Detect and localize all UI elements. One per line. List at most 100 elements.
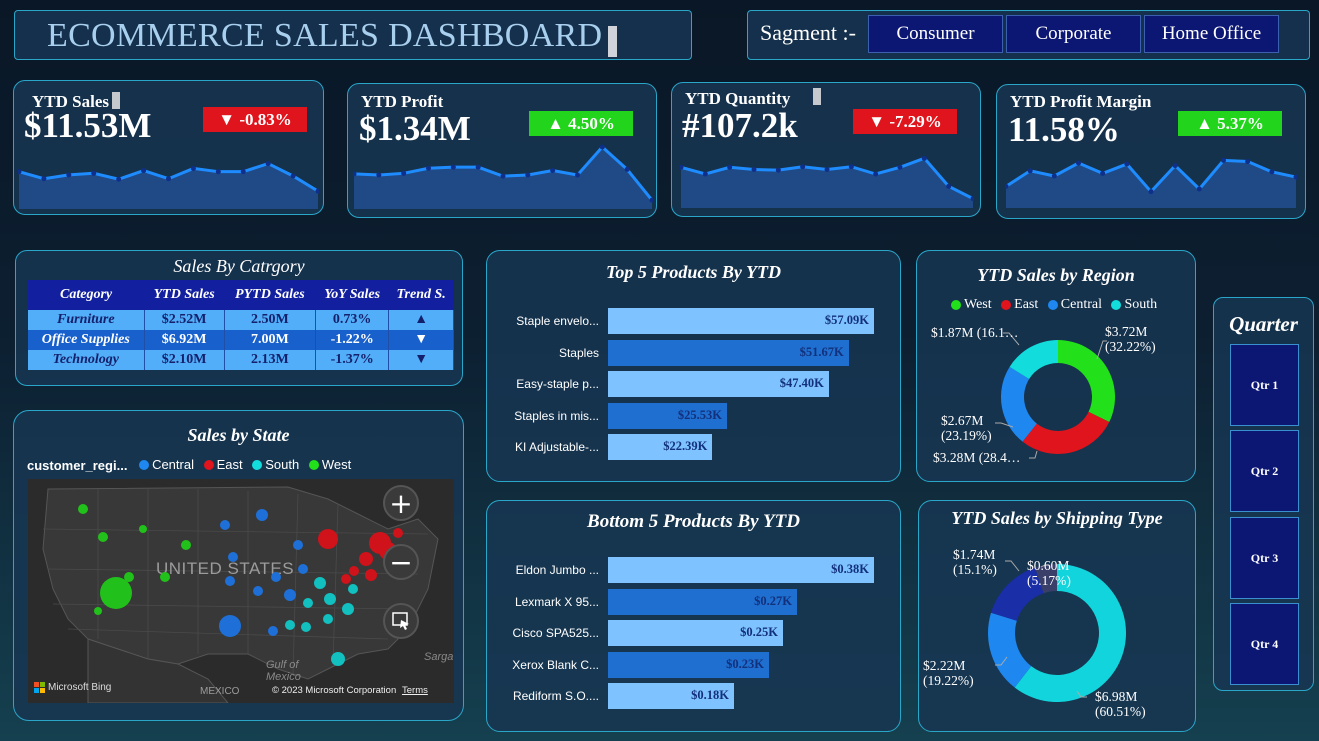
select-area-button[interactable] bbox=[383, 603, 419, 639]
zoom-in-button[interactable]: + bbox=[383, 485, 419, 521]
bar[interactable]: $47.40K bbox=[608, 371, 829, 397]
state-bubble[interactable] bbox=[349, 566, 359, 576]
bar-row[interactable]: Staples in mis... $25.53K bbox=[487, 402, 902, 429]
sparkline-point bbox=[376, 172, 382, 178]
segment-corporate-button[interactable]: Corporate bbox=[1006, 15, 1141, 53]
sparkline-chart bbox=[1005, 157, 1297, 208]
state-bubble[interactable] bbox=[94, 607, 102, 615]
state-bubble[interactable] bbox=[228, 552, 238, 562]
column-header-ytd-sales[interactable]: YTD Sales bbox=[144, 280, 225, 310]
bar-value-label: $51.67K bbox=[799, 344, 844, 359]
table-row[interactable]: Technology $2.10M 2.13M -1.37% ▼ bbox=[28, 350, 454, 370]
state-bubble[interactable] bbox=[220, 520, 230, 530]
pytd-sales-cell: 7.00M bbox=[224, 330, 317, 350]
zoom-out-button[interactable]: − bbox=[383, 544, 419, 580]
state-bubble[interactable] bbox=[284, 589, 296, 601]
sparkline-point bbox=[751, 167, 757, 173]
state-bubble[interactable] bbox=[359, 552, 373, 566]
panel-title: Sales By Catrgory bbox=[173, 256, 305, 276]
bar-row[interactable]: Eldon Jumbo ... $0.38K bbox=[487, 557, 902, 583]
state-bubble[interactable] bbox=[293, 540, 303, 550]
bar[interactable]: $25.53K bbox=[608, 402, 727, 429]
bar-row[interactable]: Cisco SPA525... $0.25K bbox=[487, 620, 902, 646]
column-header-trend[interactable]: Trend S. bbox=[388, 280, 454, 310]
bar-row[interactable]: Staples $51.67K bbox=[487, 339, 902, 366]
state-bubble[interactable] bbox=[100, 577, 132, 609]
state-bubble[interactable] bbox=[268, 626, 278, 636]
leader-line bbox=[1029, 450, 1038, 459]
bar-row[interactable]: Easy-staple p... $47.40K bbox=[487, 371, 902, 397]
bar-row[interactable]: Rediform S.O.... $0.18K bbox=[487, 683, 902, 709]
segment-consumer-button[interactable]: Consumer bbox=[868, 15, 1003, 53]
column-header-pytd-sales[interactable]: PYTD Sales bbox=[224, 280, 316, 310]
state-bubble[interactable] bbox=[253, 586, 263, 596]
state-bubble[interactable] bbox=[318, 529, 338, 549]
category-table: Category YTD Sales PYTD Sales YoY Sales … bbox=[28, 280, 454, 370]
region-label-east: $3.28M (28.4… bbox=[933, 450, 1021, 465]
state-bubble[interactable] bbox=[98, 532, 108, 542]
state-bubble[interactable] bbox=[323, 614, 333, 624]
state-bubble[interactable] bbox=[285, 620, 295, 630]
quarter-4-button[interactable]: Qtr 4 bbox=[1230, 603, 1299, 685]
sparkline-point bbox=[702, 171, 708, 177]
legend-label: East bbox=[216, 457, 243, 472]
column-header-category[interactable]: Category bbox=[28, 280, 145, 310]
legend-item-east[interactable]: East bbox=[203, 457, 243, 472]
bar[interactable]: $0.23K bbox=[608, 651, 769, 678]
state-bubble[interactable] bbox=[256, 509, 268, 521]
state-bubble[interactable] bbox=[324, 593, 336, 605]
segment-home-office-button[interactable]: Home Office bbox=[1144, 15, 1279, 53]
state-bubble[interactable] bbox=[331, 652, 345, 666]
table-row[interactable]: Furniture $2.52M 2.50M 0.73% ▲ bbox=[28, 310, 454, 330]
state-bubble[interactable] bbox=[139, 525, 147, 533]
bar-row[interactable]: KI Adjustable-... $22.39K bbox=[487, 434, 902, 460]
column-header-yoy-sales[interactable]: YoY Sales bbox=[315, 280, 389, 310]
legend-item-central[interactable]: Central bbox=[139, 457, 194, 472]
state-bubble[interactable] bbox=[348, 584, 358, 594]
terms-link[interactable]: Terms bbox=[402, 685, 428, 696]
map-canvas[interactable]: UNITED STATES Gulf of Mexico MEXICO Sarg… bbox=[28, 479, 454, 703]
bar[interactable]: $0.27K bbox=[608, 588, 797, 615]
bar-row[interactable]: Staple envelo... $57.09K bbox=[487, 308, 902, 334]
table-row[interactable]: Office Supplies $6.92M 7.00M -1.22% ▼ bbox=[28, 330, 454, 350]
state-bubble[interactable] bbox=[78, 504, 88, 514]
legend-item-west[interactable]: West bbox=[308, 457, 351, 472]
state-bubble[interactable] bbox=[393, 528, 403, 538]
sparkline-point bbox=[1245, 158, 1251, 164]
bar[interactable]: $0.25K bbox=[608, 620, 783, 646]
state-bubble[interactable] bbox=[365, 569, 377, 581]
quarter-3-button[interactable]: Qtr 3 bbox=[1230, 517, 1299, 599]
bar-row[interactable]: Lexmark X 95... $0.27K bbox=[487, 588, 902, 615]
sparkline-point bbox=[290, 173, 296, 179]
page-title: ECOMMERCE SALES DASHBOARD bbox=[47, 17, 603, 54]
sparkline-point bbox=[91, 170, 97, 176]
bar[interactable]: $0.18K bbox=[608, 683, 734, 709]
sparkline-point bbox=[141, 168, 147, 174]
state-bubble[interactable] bbox=[303, 598, 313, 608]
kpi-value: $11.53M bbox=[24, 106, 152, 145]
bar[interactable]: $51.67K bbox=[608, 339, 849, 366]
state-bubble[interactable] bbox=[219, 615, 241, 637]
state-bubble[interactable] bbox=[225, 576, 235, 586]
bar-category-label: Rediform S.O.... bbox=[512, 689, 599, 703]
ytd-sales-cell: $2.10M bbox=[144, 350, 225, 370]
bubbles-west bbox=[78, 504, 191, 615]
quarter-1-button[interactable]: Qtr 1 bbox=[1230, 344, 1299, 426]
state-bubble[interactable] bbox=[271, 572, 281, 582]
bar-value-label: $0.23K bbox=[726, 656, 764, 671]
state-bubble[interactable] bbox=[124, 572, 134, 582]
legend-item-south[interactable]: South bbox=[252, 457, 299, 472]
bar[interactable]: $0.38K bbox=[608, 557, 874, 583]
quarter-2-button[interactable]: Qtr 2 bbox=[1230, 430, 1299, 512]
state-bubble[interactable] bbox=[181, 540, 191, 550]
sparkline-point bbox=[1100, 170, 1106, 176]
bar[interactable]: $57.09K bbox=[608, 308, 874, 334]
state-bubble[interactable] bbox=[314, 577, 326, 589]
state-bubble[interactable] bbox=[341, 574, 351, 584]
state-bubble[interactable] bbox=[301, 622, 311, 632]
state-bubble[interactable] bbox=[342, 603, 354, 615]
state-bubble[interactable] bbox=[160, 572, 170, 582]
bar-row[interactable]: Xerox Blank C... $0.23K bbox=[487, 651, 902, 678]
state-bubble[interactable] bbox=[298, 564, 308, 574]
bar[interactable]: $22.39K bbox=[608, 434, 713, 460]
